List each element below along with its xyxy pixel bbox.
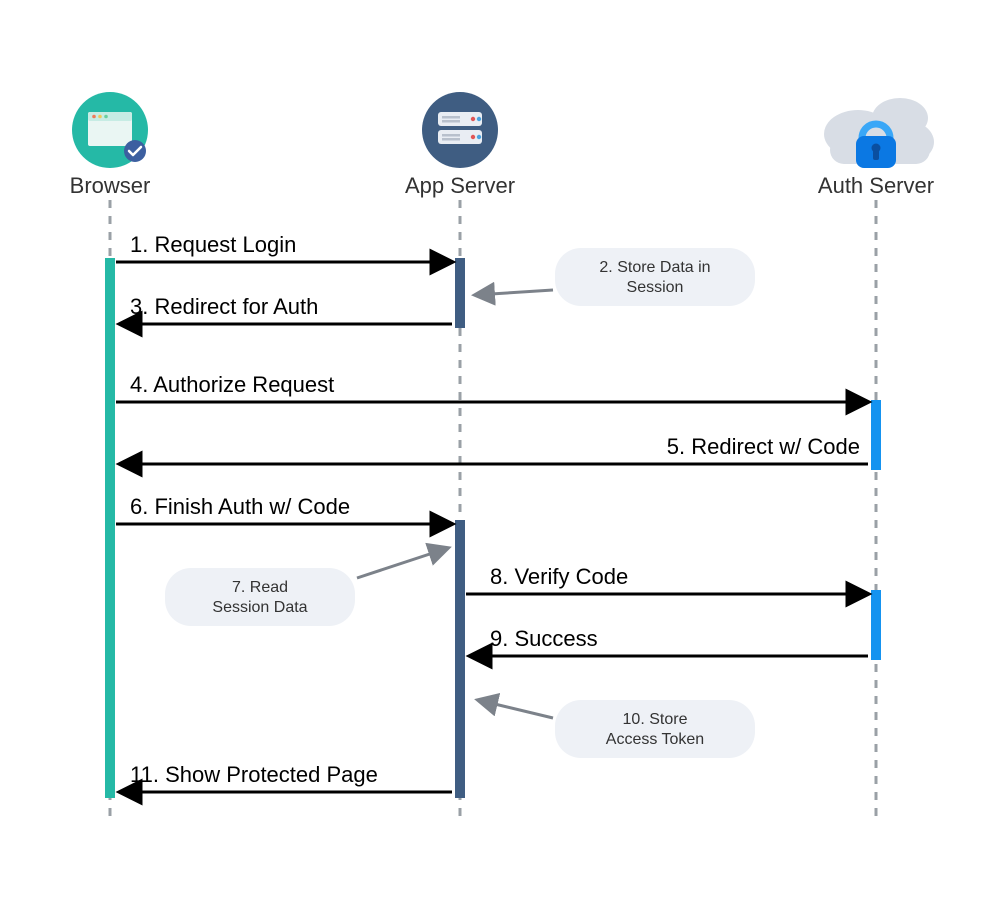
svg-text:1. Request Login: 1. Request Login — [130, 232, 296, 257]
msg-9-success: 9. Success — [470, 626, 868, 656]
actor-browser-label: Browser — [70, 173, 151, 198]
actor-app-server: App Server — [405, 92, 515, 198]
msg-1-request-login: 1. Request Login — [116, 232, 452, 262]
activation-auth-1 — [871, 400, 881, 470]
svg-text:7. Read: 7. Read — [232, 579, 288, 596]
svg-text:11. Show Protected Page: 11. Show Protected Page — [130, 762, 378, 787]
svg-text:8. Verify Code: 8. Verify Code — [490, 564, 628, 589]
msg-4-authorize: 4. Authorize Request — [116, 372, 868, 402]
msg-6-finish-auth: 6. Finish Auth w/ Code — [116, 494, 452, 524]
svg-text:10. Store: 10. Store — [623, 711, 688, 728]
msg-3-redirect-auth: 3. Redirect for Auth — [120, 294, 452, 324]
activation-browser — [105, 258, 115, 798]
svg-text:2. Store Data in: 2. Store Data in — [599, 259, 710, 276]
svg-text:3. Redirect for Auth: 3. Redirect for Auth — [130, 294, 318, 319]
note-2-store-session: 2. Store Data in Session — [475, 248, 755, 306]
msg-5-redirect-code: 5. Redirect w/ Code — [120, 434, 868, 464]
actor-auth-label: Auth Server — [818, 173, 934, 198]
actor-auth-server: Auth Server — [818, 98, 934, 198]
actor-app-label: App Server — [405, 173, 515, 198]
svg-text:Session Data: Session Data — [212, 599, 307, 616]
activation-app-1 — [455, 258, 465, 328]
activation-app-2 — [455, 520, 465, 798]
svg-text:5. Redirect w/ Code: 5. Redirect w/ Code — [667, 434, 860, 459]
msg-8-verify-code: 8. Verify Code — [466, 564, 868, 594]
sequence-diagram: Browser App Server Auth Server — [0, 0, 1000, 900]
actor-browser: Browser — [70, 92, 151, 198]
activation-auth-2 — [871, 590, 881, 660]
msg-11-show-page: 11. Show Protected Page — [120, 762, 452, 792]
svg-text:Session: Session — [627, 279, 684, 296]
note-10-store-token: 10. Store Access Token — [478, 700, 755, 758]
svg-text:6. Finish Auth w/ Code: 6. Finish Auth w/ Code — [130, 494, 350, 519]
svg-text:Access Token: Access Token — [606, 731, 704, 748]
svg-text:4. Authorize Request: 4. Authorize Request — [130, 372, 334, 397]
svg-text:9. Success: 9. Success — [490, 626, 598, 651]
note-7-read-session: 7. Read Session Data — [165, 548, 448, 626]
